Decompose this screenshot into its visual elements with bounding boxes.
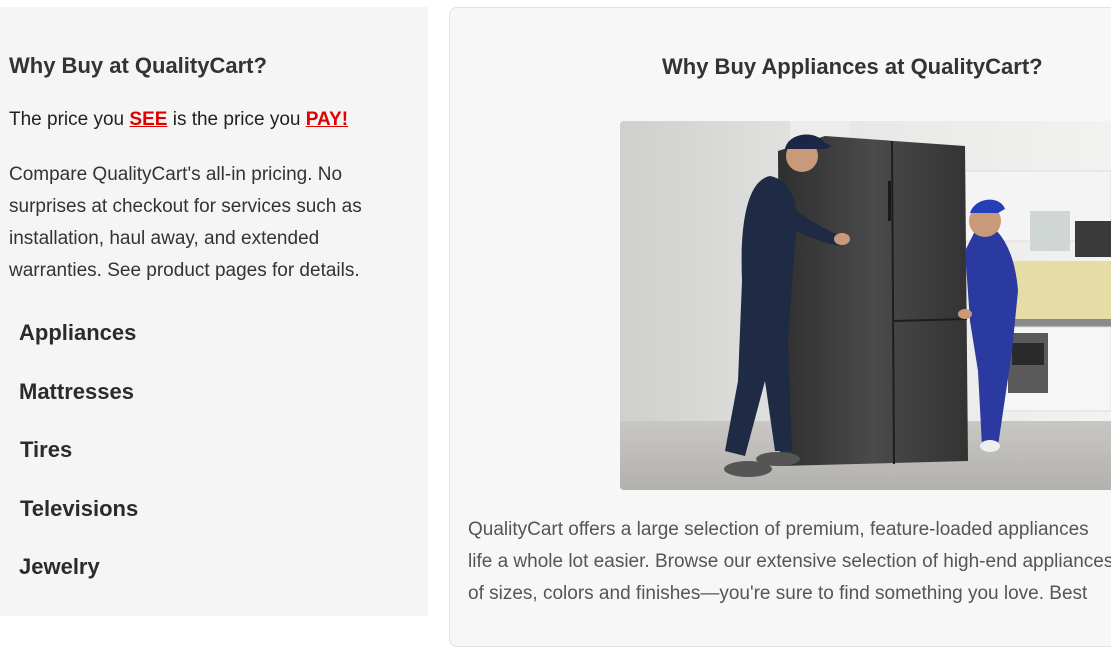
category-jewelry[interactable]: Jewelry — [19, 554, 100, 580]
price-middle: is the price you — [167, 109, 306, 130]
why-buy-sidebar — [0, 7, 428, 616]
category-televisions[interactable]: Televisions — [20, 496, 138, 522]
description-line: QualityCart offers a large selection of … — [468, 519, 1089, 540]
price-statement: The price you SEE is the price you PAY! — [9, 109, 348, 131]
category-tires[interactable]: Tires — [20, 437, 72, 463]
appliances-description: QualityCart offers a large selection of … — [468, 514, 1111, 610]
description-line: life a whole lot easier. Browse our exte… — [468, 551, 1111, 572]
category-mattresses[interactable]: Mattresses — [19, 379, 134, 405]
sidebar-title: Why Buy at QualityCart? — [9, 53, 267, 78]
pay-link[interactable]: PAY! — [306, 109, 348, 130]
description-line: of sizes, colors and finishes—you're sur… — [468, 583, 1088, 604]
see-link[interactable]: SEE — [129, 109, 167, 130]
pricing-description: Compare QualityCart's all-in pricing. No… — [9, 164, 362, 281]
appliances-title: Why Buy Appliances at QualityCart? — [662, 54, 1043, 79]
appliance-delivery-image — [620, 121, 1111, 490]
category-appliances[interactable]: Appliances — [19, 320, 136, 346]
price-prefix: The price you — [9, 109, 130, 130]
